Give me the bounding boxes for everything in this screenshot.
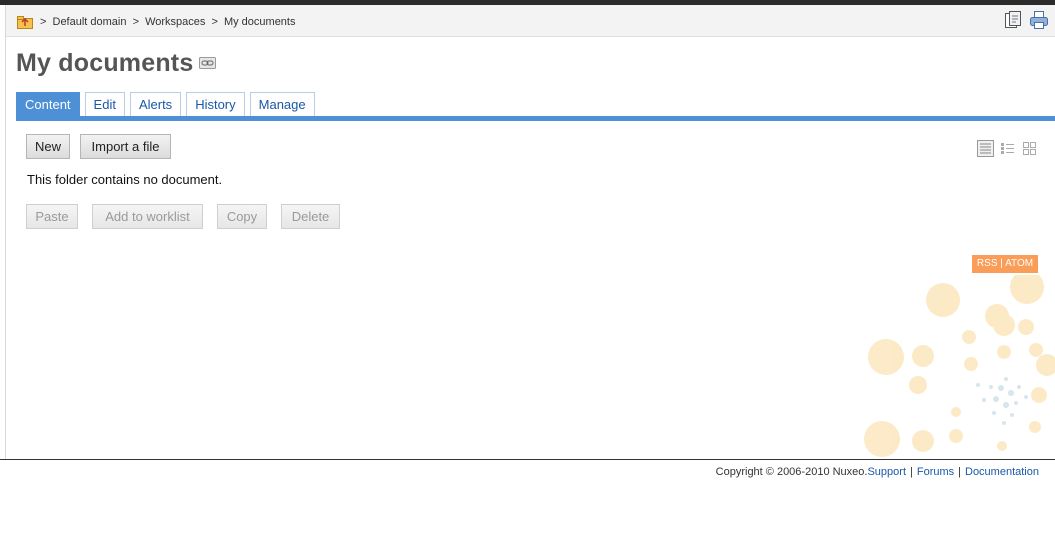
detail-view-icon[interactable]	[999, 140, 1016, 157]
decorative-circles	[864, 275, 1055, 457]
copy-button[interactable]: Copy	[217, 204, 267, 229]
breadcrumb-separator: >	[132, 16, 139, 28]
import-file-button[interactable]: Import a file	[80, 134, 171, 159]
empty-folder-message: This folder contains no document.	[27, 172, 223, 187]
tab-bar: Content Edit Alerts History Manage	[16, 92, 320, 117]
feed-links: RSS | ATOM	[972, 255, 1038, 273]
folder-up-icon[interactable]	[17, 15, 33, 29]
tab-underline	[16, 116, 1055, 121]
footer-separator: |	[958, 466, 961, 478]
thumbnail-view-icon[interactable]	[1021, 140, 1038, 157]
breadcrumb-bar: > Default domain > Workspaces > My docum…	[6, 5, 1055, 37]
paste-button[interactable]: Paste	[26, 204, 78, 229]
copyright-text: Copyright © 2006-2010 Nuxeo.	[715, 466, 868, 478]
footer-divider	[0, 459, 1055, 460]
breadcrumb: > Default domain > Workspaces > My docum…	[37, 16, 295, 28]
atom-link[interactable]: ATOM	[1005, 258, 1033, 269]
forums-link[interactable]: Forums	[917, 466, 954, 478]
add-to-worklist-button[interactable]: Add to worklist	[92, 204, 203, 229]
page-title: My documents	[16, 49, 194, 77]
feed-separator: |	[1000, 258, 1003, 269]
breadcrumb-item-my-documents[interactable]: My documents	[224, 16, 296, 28]
tab-manage[interactable]: Manage	[249, 92, 315, 117]
permalink-icon[interactable]	[199, 57, 216, 69]
breadcrumb-separator: >	[211, 16, 218, 28]
support-link[interactable]: Support	[867, 466, 906, 478]
print-icon[interactable]	[1029, 10, 1049, 30]
breadcrumb-item-workspaces[interactable]: Workspaces	[145, 16, 205, 28]
tab-content[interactable]: Content	[16, 92, 80, 117]
list-view-icon[interactable]	[977, 140, 994, 157]
rss-link[interactable]: RSS	[977, 258, 998, 269]
export-icon[interactable]	[1003, 10, 1023, 30]
breadcrumb-separator: >	[40, 16, 47, 28]
footer-separator: |	[910, 466, 913, 478]
breadcrumb-item-default-domain[interactable]: Default domain	[53, 16, 127, 28]
tab-edit[interactable]: Edit	[84, 92, 125, 117]
tab-alerts[interactable]: Alerts	[129, 92, 182, 117]
footer: Copyright © 2006-2010 Nuxeo.Support | Foru…	[716, 466, 1039, 478]
tab-history[interactable]: History	[186, 92, 245, 117]
delete-button[interactable]: Delete	[281, 204, 340, 229]
main-frame: > Default domain > Workspaces > My docum…	[5, 5, 1055, 459]
documentation-link[interactable]: Documentation	[965, 466, 1039, 478]
new-button[interactable]: New	[26, 134, 70, 159]
